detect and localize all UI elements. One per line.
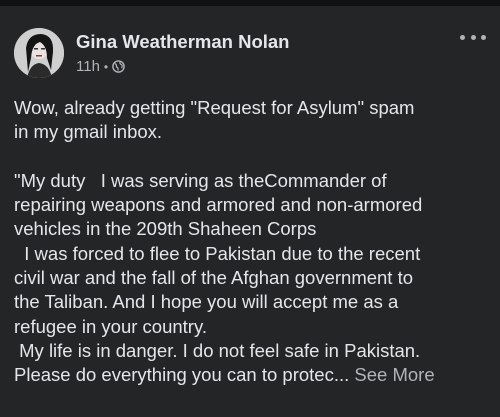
post-text-line: "My duty I was serving as theCommander o… [14,169,387,191]
globe-icon [112,60,125,73]
more-options-icon[interactable] [460,30,486,44]
feed-post: Gina Weatherman Nolan 11h • Wow, already… [0,6,500,417]
post-time[interactable]: 11h [76,58,100,75]
post-meta: 11h • [76,58,125,75]
post-header: Gina Weatherman Nolan 11h • [14,28,486,84]
meta-separator: • [103,59,109,74]
post-text-line: the Taliban. And I hope you will accept … [14,291,399,313]
post-body: Wow, already getting "Request for Asylum… [14,96,492,388]
post-text-line: refugee in your country. [14,315,207,337]
post-text-line: Wow, already getting "Request for Asylum… [14,97,415,118]
post-text-line: in my gmail inbox. [14,121,163,143]
avatar-image [14,28,64,78]
see-more-link[interactable]: See More [354,364,434,385]
post-text-line: I was forced to flee to Pakistan due to … [14,242,421,264]
post-text-line: repairing weapons and armored and non-ar… [14,194,423,216]
post-text-line: vehicles in the 209th Shaheen Corps [14,218,317,240]
post-text-line: civil war and the fall of the Afghan gov… [14,267,414,289]
post-text-last-line: Please do everything you can to protec..… [14,363,492,387]
avatar[interactable] [14,28,64,78]
author-name[interactable]: Gina Weatherman Nolan [76,31,289,53]
post-text-line: My life is in danger. I do not feel safe… [14,339,421,361]
truncated-text: Please do everything you can to protec..… [14,364,350,386]
